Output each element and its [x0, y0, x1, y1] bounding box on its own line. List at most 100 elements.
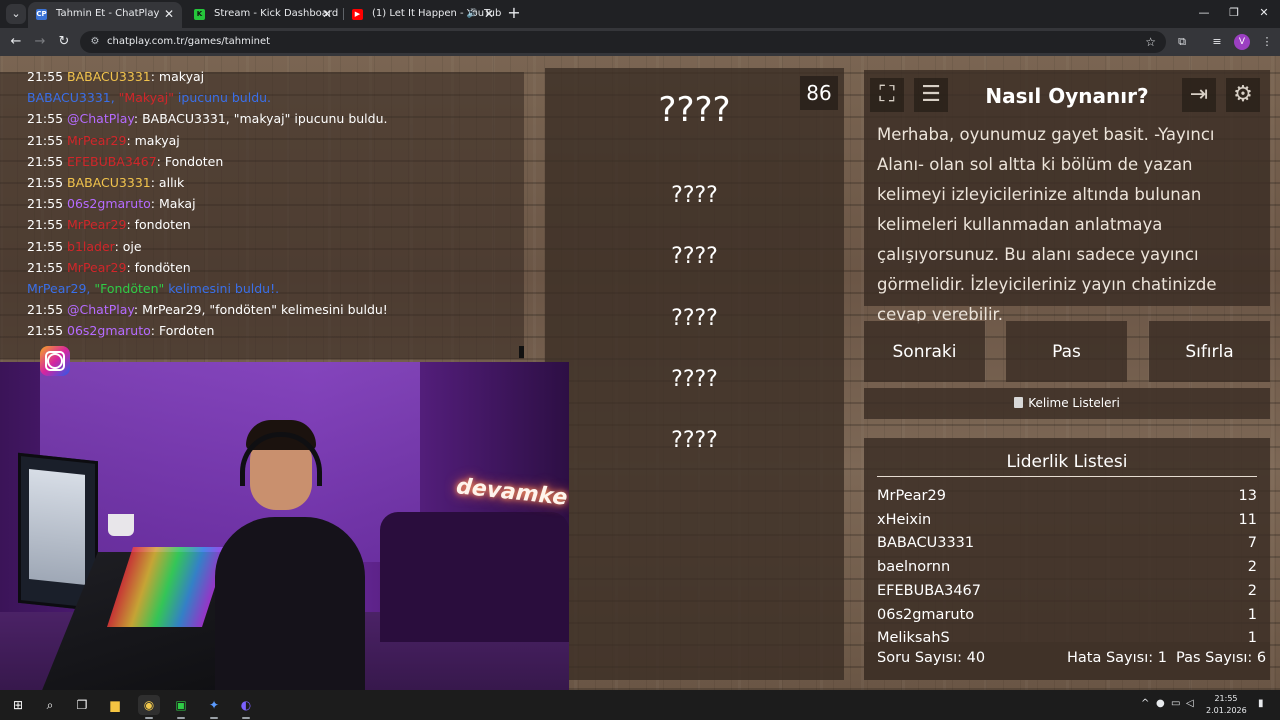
- microphone-icon[interactable]: ●: [1156, 698, 1165, 709]
- word-card: 86 ???? ???? ???? ???? ???? ????: [545, 68, 844, 680]
- chat-message: 21:55 b1lader: oje: [27, 236, 142, 257]
- tab-youtube[interactable]: ▶ (1) Let It Happen - YouTube 🔊 ✕: [344, 2, 502, 28]
- webcam-mug: [108, 514, 134, 536]
- next-button[interactable]: Sonraki: [864, 321, 985, 382]
- chat-username[interactable]: MrPear29,: [27, 281, 94, 296]
- chat-highlight-word: "Makyaj": [118, 90, 174, 106]
- leaderboard-row: xHeixin 11: [877, 508, 1257, 532]
- chat-text: : makyaj: [150, 69, 205, 84]
- system-clock[interactable]: 21:55 2.01.2026: [1206, 693, 1247, 717]
- browser-menu-icon[interactable]: ⋮: [1258, 33, 1276, 51]
- kick-app-icon[interactable]: ▣: [170, 695, 192, 715]
- chat-message: MrPear29, "Fondöten" kelimesini buldu!.: [27, 278, 279, 299]
- chat-message: 21:55 BABACU3331: makyaj: [27, 66, 204, 87]
- active-app-indicator: [145, 717, 153, 719]
- browser-toolbar: ← → ↻ ⚙ chatplay.com.tr/games/tahminet ☆…: [0, 28, 1280, 56]
- chat-message: 21:55 EFEBUBA3467: Fondoten: [27, 151, 223, 172]
- chat-message: 21:55 MrPear29: fondöten: [27, 257, 191, 278]
- chat-username[interactable]: MrPear29: [67, 133, 126, 148]
- forward-icon[interactable]: →: [30, 32, 50, 52]
- chat-username[interactable]: EFEBUBA3467: [67, 154, 157, 169]
- profile-avatar[interactable]: V: [1234, 34, 1250, 50]
- chat-username[interactable]: MrPear29: [67, 260, 126, 275]
- tab-label: Stream - Kick Dashboard: [214, 8, 339, 19]
- task-view-icon[interactable]: ❐: [71, 695, 93, 715]
- file-explorer-icon[interactable]: ▆: [104, 695, 126, 715]
- chatplay-favicon-icon: CP: [36, 9, 47, 20]
- chat-message: 21:55 @ChatPlay: BABACU3331, "makyaj" ip…: [27, 108, 387, 129]
- game-page: 21:55 BABACU3331: makyaj BABACU3331, "Mak…: [0, 56, 1280, 690]
- chat-username[interactable]: 06s2gmaruto: [67, 323, 151, 338]
- word-lists-label: Kelime Listeleri: [1028, 396, 1120, 410]
- chat-username[interactable]: @ChatPlay: [67, 111, 134, 126]
- chat-text: : fondöten: [126, 259, 191, 275]
- leaderboard-row: 06s2gmaruto 1: [877, 603, 1257, 627]
- windows-taskbar: ⊞ ⌕ ❐ ▆ ◉ ▣ ✦ ◐ ^ ● ▭ ◁ 21:55 2.01.2026 …: [0, 690, 1280, 720]
- close-tab-icon[interactable]: ✕: [484, 2, 494, 26]
- new-tab-button[interactable]: +: [505, 4, 523, 22]
- tab-chatplay[interactable]: CP Tahmin Et - ChatPlay ✕: [28, 2, 182, 28]
- minimize-icon[interactable]: —: [1194, 4, 1214, 22]
- bookmark-star-icon[interactable]: ☆: [1145, 31, 1156, 53]
- media-controls-icon[interactable]: ≡: [1208, 33, 1226, 51]
- chat-username[interactable]: BABACU3331,: [27, 90, 119, 105]
- chat-scroll-handle[interactable]: [519, 346, 524, 358]
- extensions-icon[interactable]: ⧉: [1173, 33, 1191, 51]
- word-lists-button[interactable]: Kelime Listeleri: [864, 388, 1270, 419]
- restore-icon[interactable]: ❐: [1224, 4, 1244, 22]
- chat-timestamp: 21:55: [27, 217, 64, 233]
- network-icon[interactable]: ▭: [1171, 698, 1180, 709]
- tab-kick-dashboard[interactable]: K Stream - Kick Dashboard ✕: [186, 2, 340, 28]
- notification-icon[interactable]: ▮: [1258, 698, 1264, 709]
- browser-tab-bar: ⌄ CP Tahmin Et - ChatPlay ✕ K Stream - K…: [0, 0, 1280, 28]
- webcam-sofa: [380, 512, 569, 642]
- player-score: 11: [1238, 512, 1257, 528]
- close-tab-icon[interactable]: ✕: [164, 2, 174, 26]
- error-count: Hata Sayısı: 1: [1067, 650, 1167, 666]
- player-name: MrPear29: [877, 488, 946, 504]
- chat-username[interactable]: b1lader: [67, 239, 115, 254]
- forbidden-word: ????: [671, 306, 718, 331]
- streaming-app-icon[interactable]: ✦: [203, 695, 225, 715]
- chat-text: : fondoten: [126, 217, 191, 233]
- target-word: ????: [658, 90, 731, 130]
- leaderboard-row: MrPear29 13: [877, 484, 1257, 508]
- chrome-icon[interactable]: ◉: [138, 695, 160, 715]
- leaderboard-row: baelnornn 2: [877, 555, 1257, 579]
- leaderboard-row: EFEBUBA3467 2: [877, 579, 1257, 603]
- volume-icon[interactable]: ◁: [1186, 698, 1194, 709]
- url-text[interactable]: chatplay.com.tr/games/tahminet: [107, 31, 270, 53]
- chat-username[interactable]: 06s2gmaruto: [67, 196, 151, 211]
- chat-message: 21:55 06s2gmaruto: Fordoten: [27, 320, 214, 341]
- clock-time: 21:55: [1214, 694, 1238, 703]
- player-name: xHeixin: [877, 512, 932, 528]
- leaderboard-panel: Liderlik Listesi MrPear29 13 xHeixin 11 BA…: [864, 438, 1270, 680]
- speaker-icon[interactable]: 🔊: [467, 2, 478, 26]
- chat-username[interactable]: BABACU3331: [67, 69, 151, 84]
- site-info-icon[interactable]: ⚙: [88, 35, 102, 49]
- player-score: 2: [1247, 559, 1257, 575]
- windows-start-icon[interactable]: ⊞: [7, 695, 29, 715]
- youtube-favicon-icon: ▶: [352, 9, 363, 20]
- tab-search-button[interactable]: ⌄: [6, 4, 26, 24]
- chat-text: : MrPear29, "fondöten" kelimesini buldu!: [133, 302, 388, 318]
- close-tab-icon[interactable]: ✕: [322, 2, 332, 26]
- reload-icon[interactable]: ↻: [54, 32, 74, 52]
- discord-icon[interactable]: ◐: [235, 695, 257, 715]
- running-app-indicator: [242, 717, 250, 719]
- pass-button[interactable]: Pas: [1006, 321, 1127, 382]
- tray-overflow-icon[interactable]: ^: [1141, 698, 1149, 709]
- chat-username[interactable]: BABACU3331: [67, 175, 151, 190]
- chat-timestamp: 21:55: [27, 69, 64, 84]
- chat-message: 21:55 MrPear29: fondoten: [27, 214, 191, 235]
- chat-text: : BABACU3331, "makyaj" ipucunu buldu.: [133, 111, 388, 127]
- address-bar[interactable]: ⚙ chatplay.com.tr/games/tahminet ☆: [80, 31, 1166, 53]
- search-icon[interactable]: ⌕: [39, 695, 61, 715]
- close-window-icon[interactable]: ✕: [1254, 4, 1274, 22]
- reset-button[interactable]: Sıfırla: [1149, 321, 1270, 382]
- forbidden-word: ????: [671, 183, 718, 208]
- pass-count: Pas Sayısı: 6: [1176, 650, 1267, 666]
- back-icon[interactable]: ←: [6, 32, 26, 52]
- chat-username[interactable]: @ChatPlay: [67, 302, 134, 317]
- chat-username[interactable]: MrPear29: [67, 217, 126, 232]
